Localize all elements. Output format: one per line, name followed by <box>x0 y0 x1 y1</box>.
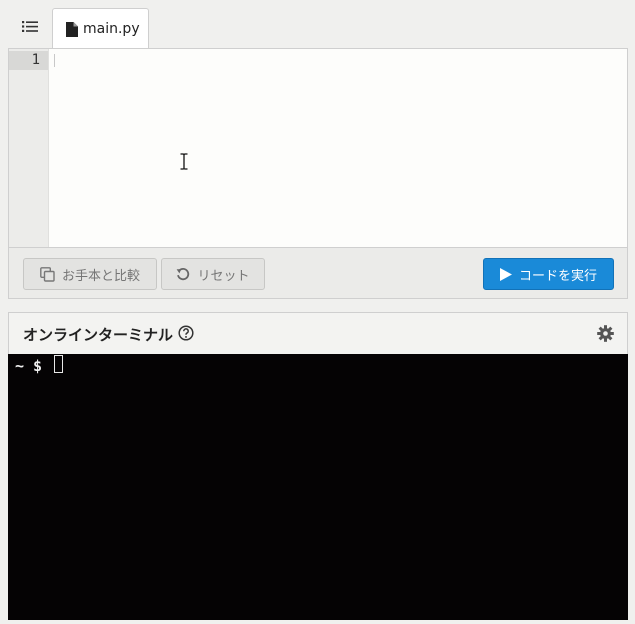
run-label: コードを実行 <box>518 268 597 284</box>
reset-label: リセット <box>197 268 250 284</box>
help-icon[interactable] <box>178 325 194 341</box>
gear-icon[interactable] <box>597 325 614 342</box>
file-icon <box>66 21 78 37</box>
terminal-screen[interactable]: ~ $ <box>8 354 628 620</box>
terminal-cursor <box>54 355 63 373</box>
compare-label: お手本と比較 <box>61 268 140 284</box>
editor-toolbar: お手本と比較 リセット コードを実行 <box>8 247 628 299</box>
compare-button[interactable]: お手本と比較 <box>23 258 157 290</box>
text-caret <box>54 54 55 67</box>
copy-icon <box>40 266 55 282</box>
terminal-header: オンラインターミナル <box>8 312 628 354</box>
tab-main-py[interactable]: main.py <box>52 8 149 49</box>
code-editor: 1 <box>8 48 628 248</box>
file-list-toggle[interactable] <box>13 13 47 39</box>
undo-icon <box>176 267 190 281</box>
play-icon <box>499 267 512 281</box>
tab-bar: main.py <box>0 0 635 49</box>
run-code-button[interactable]: コードを実行 <box>483 258 614 290</box>
code-input-area[interactable] <box>49 49 627 247</box>
terminal-title: オンラインターミナル <box>23 326 174 344</box>
ibeam-cursor-icon <box>180 153 188 170</box>
line-number: 1 <box>31 52 40 68</box>
terminal-prompt: ~ $ <box>15 357 43 375</box>
reset-button[interactable]: リセット <box>161 258 265 290</box>
list-icon <box>22 20 38 32</box>
tab-label: main.py <box>83 21 140 37</box>
editor-gutter: 1 <box>9 49 49 247</box>
